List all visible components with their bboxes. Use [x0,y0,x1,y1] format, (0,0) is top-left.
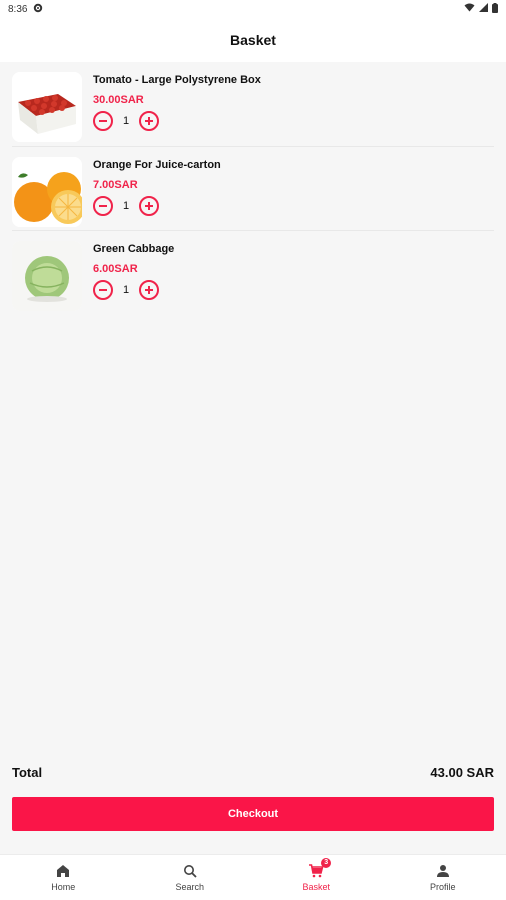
basket-count-badge: 3 [321,858,332,868]
total-label: Total [12,764,43,780]
nav-home[interactable]: Home [0,855,127,900]
product-image-cabbage [12,241,82,311]
quantity-stepper: 1 [93,196,221,216]
settings-gear-icon [33,3,43,16]
item-info: Green Cabbage 6.00SAR 1 [93,243,174,300]
basket-item[interactable]: Green Cabbage 6.00SAR 1 [12,230,494,314]
page-title: Basket [230,32,276,48]
minus-icon [99,120,107,122]
nav-profile[interactable]: Profile [380,855,506,900]
item-name: Green Cabbage [93,243,175,255]
wifi-icon [464,3,475,15]
nav-basket[interactable]: 3 Basket [253,855,380,900]
decrease-button[interactable] [93,280,113,300]
status-time: 8:36 [8,3,28,15]
battery-icon [492,2,498,16]
status-bar: 8:36 [0,0,506,18]
increase-button[interactable] [139,111,159,131]
product-image-orange [12,157,82,227]
app-bar: Basket [0,18,506,62]
search-icon [182,863,198,879]
item-name: Tomato - Large Polystyrene Box [93,74,261,86]
bottom-nav: Home Search 3 Basket Profile [0,854,506,900]
basket-item[interactable]: Tomato - Large Polystyrene Box 30.00SAR … [12,62,494,146]
total-row: Total 43.00 SAR [12,763,494,781]
minus-icon [99,205,107,207]
decrease-button[interactable] [93,196,113,216]
home-icon [55,863,71,879]
quantity-stepper: 1 [93,111,261,131]
nav-label: Search [175,882,205,892]
item-price: 30.00SAR [93,94,144,106]
item-price: 6.00SAR [93,263,138,275]
status-right [464,2,498,16]
quantity-value: 1 [122,115,130,127]
item-name: Orange For Juice-carton [93,159,221,171]
item-price: 7.00SAR [93,179,138,191]
minus-icon [99,289,107,291]
nav-label: Profile [429,882,456,892]
increase-button[interactable] [139,196,159,216]
signal-icon [479,3,488,15]
decrease-button[interactable] [93,111,113,131]
cart-icon: 3 [308,858,332,879]
nav-label: Basket [302,882,330,892]
checkout-label: Checkout [227,808,279,820]
person-icon [435,863,451,879]
product-image-tomato [12,72,82,142]
quantity-stepper: 1 [93,280,174,300]
quantity-value: 1 [122,284,130,296]
status-left: 8:36 [8,3,43,16]
nav-search[interactable]: Search [127,855,254,900]
total-value: 43.00 SAR [430,764,494,780]
checkout-button[interactable]: Checkout [12,797,494,831]
increase-button[interactable] [139,280,159,300]
quantity-value: 1 [122,200,130,212]
nav-label: Home [51,882,76,892]
basket-list: Tomato - Large Polystyrene Box 30.00SAR … [0,62,506,314]
basket-item[interactable]: Orange For Juice-carton 7.00SAR 1 [12,146,494,230]
item-info: Orange For Juice-carton 7.00SAR 1 [93,159,221,216]
item-info: Tomato - Large Polystyrene Box 30.00SAR … [93,74,261,131]
